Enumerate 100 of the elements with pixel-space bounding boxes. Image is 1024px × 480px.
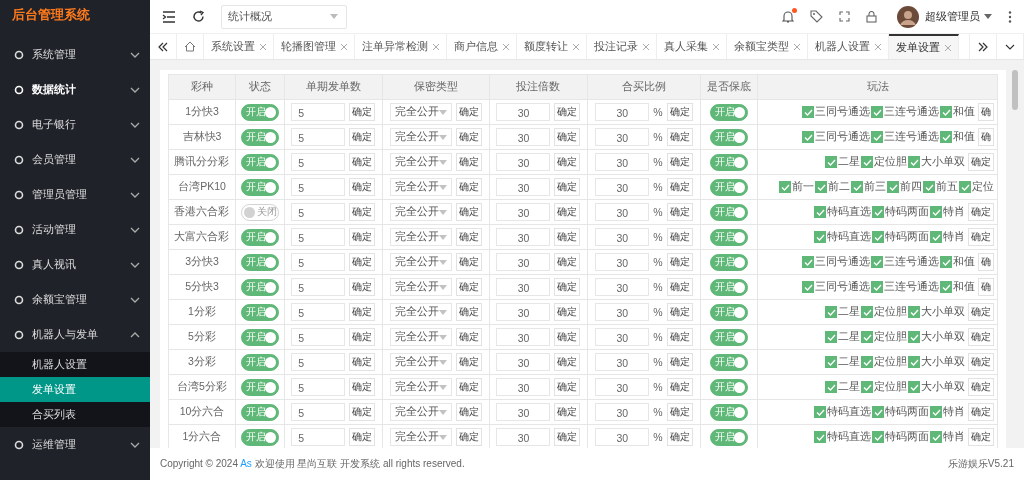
dropdown[interactable]: 完全公开 (389, 378, 452, 396)
input-field[interactable]: 30 (496, 203, 551, 221)
checkbox[interactable] (861, 356, 873, 368)
confirm-button[interactable]: 确定 (666, 278, 693, 296)
tab[interactable]: 发单设置 (889, 34, 959, 59)
input-field[interactable]: 30 (595, 103, 650, 121)
confirm-button[interactable]: 确定 (666, 203, 693, 221)
confirm-button[interactable]: 确定 (349, 253, 376, 271)
sidebar-item[interactable]: 机器人与发单 (0, 317, 150, 352)
confirm-button[interactable]: 确定 (455, 178, 482, 196)
input-field[interactable]: 5 (291, 353, 346, 371)
input-field[interactable]: 30 (595, 403, 650, 421)
input-field[interactable]: 30 (496, 228, 551, 246)
checkbox[interactable] (930, 431, 942, 443)
checkbox[interactable] (814, 206, 826, 218)
confirm-button[interactable]: 确定 (666, 253, 693, 271)
input-field[interactable]: 5 (291, 153, 346, 171)
confirm-button[interactable]: 确定 (968, 228, 994, 246)
confirm-button[interactable]: 确 (978, 128, 994, 146)
confirm-button[interactable]: 确定 (455, 378, 482, 396)
confirm-button[interactable]: 确定 (349, 103, 376, 121)
input-field[interactable]: 30 (595, 228, 650, 246)
input-field[interactable]: 5 (291, 303, 346, 321)
tab[interactable]: 额度转让 (517, 34, 587, 59)
input-field[interactable]: 5 (291, 378, 346, 396)
input-field[interactable]: 5 (291, 178, 346, 196)
tab[interactable]: 余额宝类型 (727, 34, 808, 59)
confirm-button[interactable]: 确定 (455, 278, 482, 296)
checkbox[interactable] (940, 106, 952, 118)
checkbox[interactable] (872, 406, 884, 418)
confirm-button[interactable]: 确定 (666, 328, 693, 346)
confirm-button[interactable]: 确定 (554, 228, 581, 246)
confirm-button[interactable]: 确 (978, 278, 994, 296)
close-icon[interactable] (573, 43, 579, 50)
checkbox[interactable] (940, 131, 952, 143)
checkbox[interactable] (825, 381, 837, 393)
checkbox[interactable] (802, 281, 814, 293)
input-field[interactable]: 30 (496, 103, 551, 121)
more-vertical-icon[interactable] (1008, 10, 1012, 23)
confirm-button[interactable]: 确定 (666, 428, 693, 446)
dropdown[interactable]: 完全公开 (389, 128, 452, 146)
confirm-button[interactable]: 确定 (666, 103, 693, 121)
confirm-button[interactable]: 确定 (554, 353, 581, 371)
confirm-button[interactable]: 确定 (455, 328, 482, 346)
tab[interactable]: 真人采集 (657, 34, 727, 59)
dropdown[interactable]: 完全公开 (389, 403, 452, 421)
dropdown[interactable]: 完全公开 (389, 303, 452, 321)
input-field[interactable]: 5 (291, 128, 346, 146)
dropdown[interactable]: 完全公开 (389, 203, 452, 221)
checkbox[interactable] (825, 306, 837, 318)
close-icon[interactable] (503, 43, 509, 50)
checkbox[interactable] (930, 206, 942, 218)
input-field[interactable]: 5 (291, 328, 346, 346)
confirm-button[interactable]: 确定 (455, 228, 482, 246)
confirm-button[interactable]: 确定 (455, 103, 482, 121)
confirm-button[interactable]: 确定 (968, 153, 994, 171)
checkbox[interactable] (814, 231, 826, 243)
checkbox[interactable] (802, 106, 814, 118)
checkbox[interactable] (908, 381, 920, 393)
dropdown[interactable]: 完全公开 (389, 278, 452, 296)
lock-icon[interactable] (866, 10, 877, 23)
input-field[interactable]: 30 (496, 153, 551, 171)
input-field[interactable]: 30 (496, 328, 551, 346)
input-field[interactable]: 30 (496, 428, 551, 446)
dropdown[interactable]: 完全公开 (389, 153, 452, 171)
confirm-button[interactable]: 确定 (666, 228, 693, 246)
input-field[interactable]: 5 (291, 103, 346, 121)
checkbox[interactable] (802, 131, 814, 143)
confirm-button[interactable]: 确定 (455, 353, 482, 371)
checkbox[interactable] (871, 106, 883, 118)
checkbox[interactable] (930, 406, 942, 418)
checkbox[interactable] (851, 181, 863, 193)
checkbox[interactable] (887, 181, 899, 193)
confirm-button[interactable]: 确定 (349, 203, 376, 221)
close-icon[interactable] (794, 43, 800, 50)
checkbox[interactable] (923, 181, 935, 193)
confirm-button[interactable]: 确 (978, 103, 994, 121)
checkbox[interactable] (908, 156, 920, 168)
dropdown[interactable]: 完全公开 (389, 178, 452, 196)
submenu-item[interactable]: 发单设置 (0, 377, 150, 402)
confirm-button[interactable]: 确定 (455, 303, 482, 321)
input-field[interactable]: 5 (291, 403, 346, 421)
confirm-button[interactable]: 确定 (349, 128, 376, 146)
sidebar-item[interactable]: 会员管理 (0, 142, 150, 177)
input-field[interactable]: 30 (595, 153, 650, 171)
close-icon[interactable] (643, 43, 649, 50)
dropdown[interactable]: 完全公开 (389, 253, 452, 271)
confirm-button[interactable]: 确定 (554, 278, 581, 296)
confirm-button[interactable]: 确定 (455, 153, 482, 171)
dropdown[interactable]: 完全公开 (389, 228, 452, 246)
checkbox[interactable] (908, 306, 920, 318)
confirm-button[interactable]: 确定 (666, 378, 693, 396)
input-field[interactable]: 5 (291, 228, 346, 246)
confirm-button[interactable]: 确定 (968, 428, 994, 446)
confirm-button[interactable]: 确定 (554, 303, 581, 321)
avatar-icon[interactable] (897, 5, 919, 28)
input-field[interactable]: 30 (595, 378, 650, 396)
checkbox[interactable] (872, 231, 884, 243)
checkbox[interactable] (825, 356, 837, 368)
tab[interactable]: 投注记录 (587, 34, 657, 59)
